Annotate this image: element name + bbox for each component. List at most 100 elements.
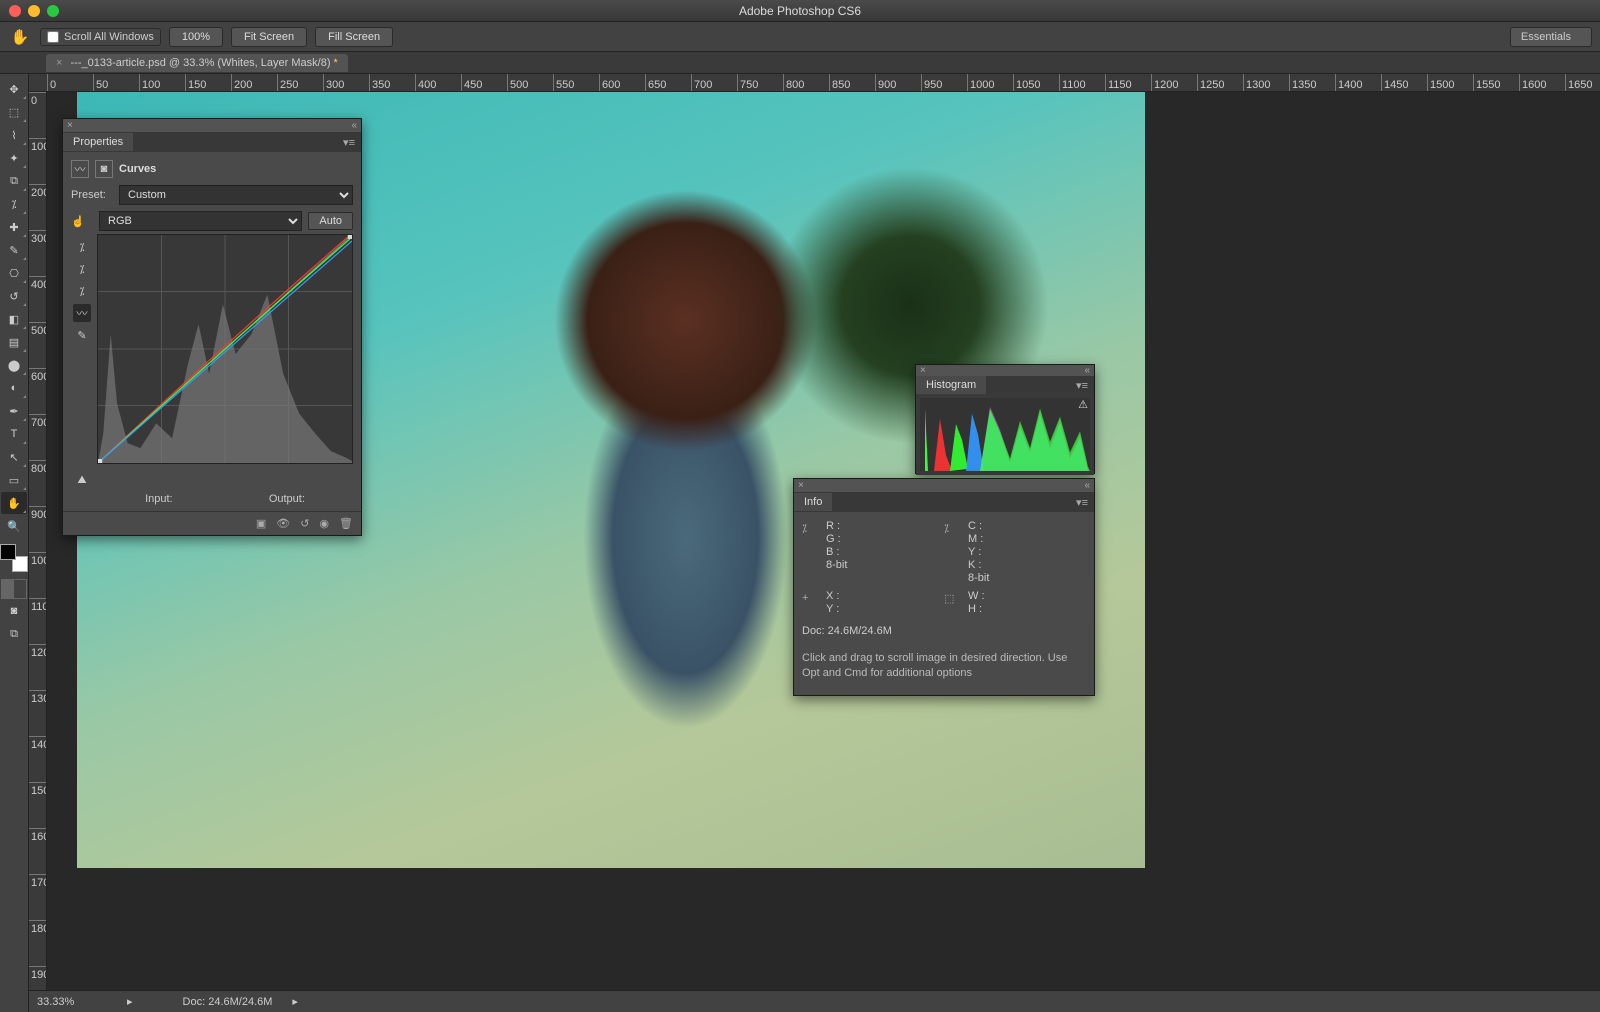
dirty-indicator: * — [334, 57, 338, 69]
info-h-label: H : — [968, 603, 985, 615]
zoom-level-field[interactable]: 33.33% — [37, 996, 107, 1008]
status-arrow-icon[interactable]: ▸ — [127, 995, 133, 1008]
eyedropper-tool[interactable]: ⁒ — [1, 193, 27, 215]
shape-tool[interactable]: ▭ — [1, 469, 27, 491]
properties-panel[interactable]: × « Properties ▾≡ 〰 ◙ Curves Preset: Custo… — [62, 118, 362, 536]
stamp-tool[interactable]: ⎔ — [1, 262, 27, 284]
preset-label: Preset: — [71, 189, 113, 201]
close-window-button[interactable] — [9, 5, 21, 17]
info-r-label: R : — [826, 520, 847, 532]
marquee-tool[interactable]: ⬚ — [1, 101, 27, 123]
brush-tool[interactable]: ✎ — [1, 239, 27, 261]
horizontal-ruler: 0501001502002503003504004505005506006507… — [29, 74, 1600, 92]
history-brush-tool[interactable]: ↺ — [1, 285, 27, 307]
collapse-panel-icon[interactable]: « — [1084, 480, 1090, 491]
quick-mask-toggle[interactable]: ◙ — [1, 600, 27, 622]
curve-pencil-tool[interactable]: ✎ — [73, 326, 91, 344]
tab-properties[interactable]: Properties — [63, 133, 133, 151]
gradient-tool[interactable]: ▤ — [1, 331, 27, 353]
crop-tool[interactable]: ⧉ — [1, 170, 27, 192]
adjustment-type-label: Curves — [119, 163, 156, 175]
eyedropper-icon: ⁒ — [802, 520, 820, 584]
delete-adjustment-icon[interactable]: 🗑 — [339, 517, 353, 530]
app-title: Adobe Photoshop CS6 — [739, 4, 861, 18]
titlebar: Adobe Photoshop CS6 — [0, 0, 1600, 22]
reset-icon[interactable]: ↺ — [300, 517, 309, 530]
pen-tool[interactable]: ✒ — [1, 400, 27, 422]
workspace-select[interactable]: Essentials — [1510, 27, 1592, 47]
blur-tool[interactable]: ⬤ — [1, 354, 27, 376]
zoom-100-button[interactable]: 100% — [169, 27, 223, 47]
document-tab[interactable]: × ---_0133-article.psd @ 33.3% (Whites, … — [46, 54, 348, 72]
vertical-ruler: 0100200300400500600700800900100011001200… — [29, 92, 47, 990]
eraser-tool[interactable]: ◧ — [1, 308, 27, 330]
status-arrow-icon[interactable]: ▸ — [292, 995, 298, 1008]
info-b-label: B : — [826, 546, 847, 558]
white-point-eyedropper[interactable]: ⁒ — [73, 282, 91, 300]
info-x-label: X : — [826, 590, 839, 602]
mask-icon: ◙ — [95, 160, 113, 178]
info-k-label: K : — [968, 559, 989, 571]
finger-icon[interactable]: ☝ — [71, 215, 93, 228]
info-w-label: W : — [968, 590, 985, 602]
dodge-tool[interactable]: ◐ — [1, 377, 27, 399]
dimensions-icon: ⬚ — [944, 590, 962, 615]
wand-tool[interactable]: ✦ — [1, 147, 27, 169]
panel-menu-icon[interactable]: ▾≡ — [343, 136, 361, 149]
input-label: Input: — [145, 493, 173, 505]
close-panel-icon[interactable]: × — [798, 480, 804, 491]
zoom-window-button[interactable] — [47, 5, 59, 17]
info-doc-size: Doc: 24.6M/24.6M — [802, 625, 1086, 637]
info-panel[interactable]: ×« Info▾≡ ⁒ R : G : B : 8-bit ⁒ C : M : … — [793, 478, 1095, 696]
gray-point-eyedropper[interactable]: ⁒ — [73, 260, 91, 278]
cache-warning-icon[interactable]: ⚠ — [1078, 398, 1088, 411]
tab-info[interactable]: Info — [794, 493, 832, 511]
tab-histogram[interactable]: Histogram — [916, 376, 986, 394]
eyedropper-icon: ⁒ — [944, 520, 962, 584]
clip-preview-icon[interactable]: ⛰ — [73, 471, 91, 489]
screen-mode-button[interactable]: ⧉ — [1, 623, 27, 645]
doc-size-status: Doc: 24.6M/24.6M — [183, 996, 273, 1008]
minimize-window-button[interactable] — [28, 5, 40, 17]
curve-point-tool[interactable]: 〰 — [73, 304, 91, 322]
heal-tool[interactable]: ✚ — [1, 216, 27, 238]
hand-tool[interactable]: ✋ — [1, 492, 27, 514]
lasso-tool[interactable]: ⌇ — [1, 124, 27, 146]
window-controls — [0, 5, 59, 17]
type-tool[interactable]: T — [1, 423, 27, 445]
fill-screen-button[interactable]: Fill Screen — [315, 27, 393, 47]
collapse-panel-icon[interactable]: « — [1084, 365, 1090, 376]
scroll-all-windows-checkbox[interactable]: Scroll All Windows — [40, 28, 161, 46]
preset-select[interactable]: Custom — [119, 185, 353, 205]
black-point-eyedropper[interactable]: ⁒ — [73, 238, 91, 256]
close-panel-icon[interactable]: × — [920, 365, 926, 376]
zoom-tool[interactable]: 🔍 — [1, 515, 27, 537]
info-c-label: C : — [968, 520, 989, 532]
close-tab-icon[interactable]: × — [56, 57, 62, 69]
scroll-all-label: Scroll All Windows — [64, 31, 154, 43]
toggle-visibility-icon[interactable]: ◉ — [319, 517, 329, 530]
close-panel-icon[interactable]: × — [67, 120, 73, 131]
hand-icon: ✋ — [8, 25, 32, 49]
curves-graph[interactable] — [97, 234, 353, 464]
info-y-label: Y : — [826, 603, 839, 615]
collapse-panel-icon[interactable]: « — [351, 120, 357, 131]
path-select-tool[interactable]: ↖ — [1, 446, 27, 468]
info-g-label: G : — [826, 533, 847, 545]
histogram-panel[interactable]: × « Histogram ▾≡ ⚠ — [915, 364, 1095, 474]
auto-button[interactable]: Auto — [308, 212, 353, 230]
channel-select[interactable]: RGB — [99, 211, 302, 231]
status-bar: 33.33% ▸ Doc: 24.6M/24.6M ▸ — [29, 990, 1600, 1012]
foreground-background-swatch[interactable] — [0, 544, 28, 572]
fit-screen-button[interactable]: Fit Screen — [231, 27, 307, 47]
clip-layer-icon[interactable]: ▣ — [256, 517, 266, 530]
crosshair-icon: + — [802, 590, 820, 615]
info-bit-label: 8-bit — [826, 559, 847, 571]
panel-menu-icon[interactable]: ▾≡ — [1076, 379, 1094, 392]
panel-menu-icon[interactable]: ▾≡ — [1076, 496, 1094, 509]
view-previous-icon[interactable]: 👁 — [276, 517, 290, 530]
move-tool[interactable]: ✥ — [1, 78, 27, 100]
info-bit-label: 8-bit — [968, 572, 989, 584]
screen-mode-toggle[interactable] — [1, 579, 27, 599]
options-bar: ✋ Scroll All Windows 100% Fit Screen Fil… — [0, 22, 1600, 52]
